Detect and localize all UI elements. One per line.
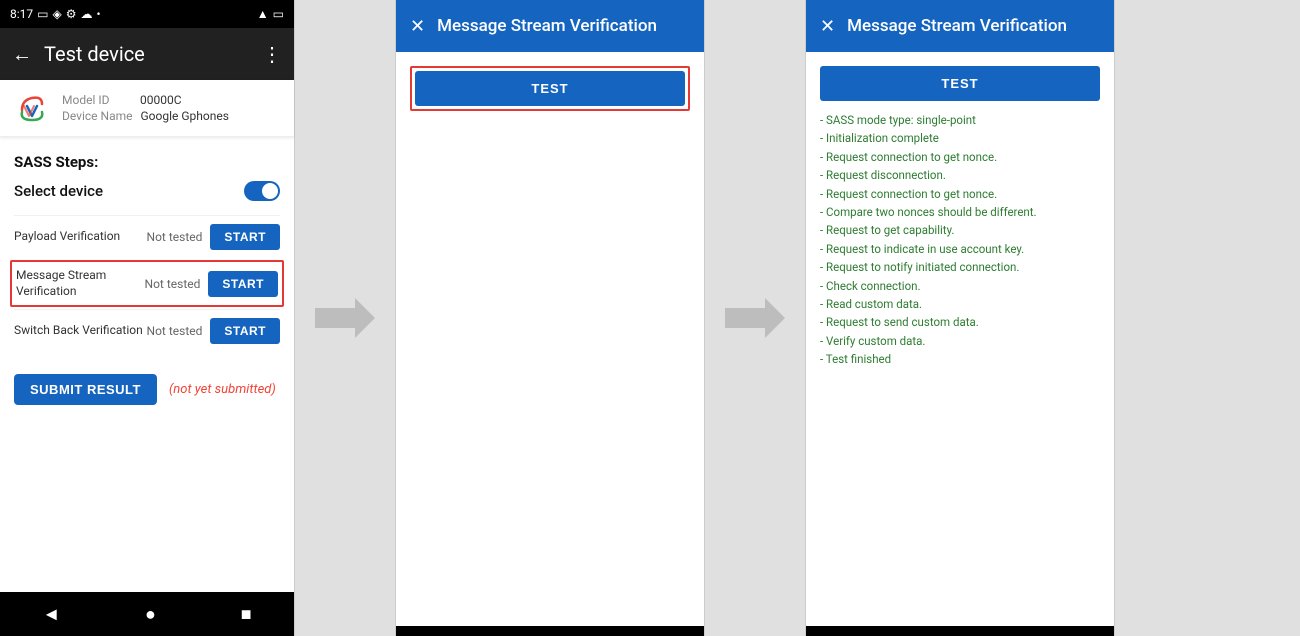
wifi-icon: ▲ bbox=[257, 7, 269, 21]
dialog-title-1: Message Stream Verification bbox=[437, 16, 690, 36]
dialog-footer-2 bbox=[806, 626, 1114, 636]
step-row-payload: Payload Verification Not tested START bbox=[14, 215, 280, 258]
recents-nav-button[interactable]: ■ bbox=[233, 596, 260, 633]
extra-icon: ☁ bbox=[80, 7, 92, 21]
phone-screen: 8:17 ▭ ◈ ⚙ ☁ • ▲ ▭ ← Test device ⋮ bbox=[0, 0, 295, 636]
start-button-payload[interactable]: START bbox=[210, 224, 280, 250]
sass-title: SASS Steps: bbox=[14, 153, 280, 171]
arrow-2-icon bbox=[725, 298, 785, 338]
status-bar-left: 8:17 ▭ ◈ ⚙ ☁ • bbox=[10, 7, 101, 21]
log-line: - Test finished bbox=[820, 350, 1100, 368]
dot-icon: • bbox=[96, 7, 100, 21]
step-row-switch-back: Switch Back Verification Not tested STAR… bbox=[14, 309, 280, 352]
device-name-field: Device Name Google Gphones bbox=[62, 109, 229, 123]
home-nav-button[interactable]: ● bbox=[137, 596, 164, 633]
step-label-switch-back: Switch Back Verification bbox=[14, 323, 147, 339]
submit-row: SUBMIT RESULT (not yet submitted) bbox=[0, 360, 294, 419]
toggle-thumb bbox=[262, 183, 278, 199]
sass-section: SASS Steps: Select device Payload Verifi… bbox=[0, 141, 294, 360]
dialog-header-1: ✕ Message Stream Verification bbox=[396, 0, 704, 52]
dialog-body-2: TEST - SASS mode type: single-point- Ini… bbox=[806, 52, 1114, 626]
device-logo bbox=[14, 90, 50, 126]
submit-result-button[interactable]: SUBMIT RESULT bbox=[14, 374, 157, 405]
test-btn-wrapper: TEST bbox=[410, 66, 690, 111]
dialog-screen-1: ✕ Message Stream Verification TEST bbox=[395, 0, 705, 636]
test-button-2[interactable]: TEST bbox=[820, 66, 1100, 101]
dialog-header-2: ✕ Message Stream Verification bbox=[806, 0, 1114, 52]
arrow-1-container bbox=[295, 0, 395, 636]
back-nav-button[interactable]: ◄ bbox=[34, 596, 68, 633]
step-status-switch-back: Not tested bbox=[147, 324, 203, 338]
status-bar-right: ▲ ▭ bbox=[257, 7, 284, 21]
step-status-message-stream: Not tested bbox=[145, 277, 201, 291]
menu-button[interactable]: ⋮ bbox=[262, 42, 282, 66]
log-lines: - SASS mode type: single-point- Initiali… bbox=[820, 111, 1100, 368]
log-line: - Read custom data. bbox=[820, 295, 1100, 313]
app-bar: ← Test device ⋮ bbox=[0, 28, 294, 80]
log-line: - Request to send custom data. bbox=[820, 313, 1100, 331]
log-line: - Initialization complete bbox=[820, 129, 1100, 147]
status-bar: 8:17 ▭ ◈ ⚙ ☁ • ▲ ▭ bbox=[0, 0, 294, 28]
dialog-footer-1 bbox=[396, 626, 704, 636]
arrow-2-container bbox=[705, 0, 805, 636]
device-info-card: Model ID 00000C Device Name Google Gphon… bbox=[0, 80, 294, 137]
log-line: - Request to get capability. bbox=[820, 221, 1100, 239]
log-line: - Request connection to get nonce. bbox=[820, 185, 1100, 203]
start-button-switch-back[interactable]: START bbox=[210, 318, 280, 344]
device-fields: Model ID 00000C Device Name Google Gphon… bbox=[62, 93, 229, 123]
select-device-toggle[interactable] bbox=[244, 181, 280, 201]
device-name-value: Google Gphones bbox=[141, 109, 229, 123]
start-button-message-stream[interactable]: START bbox=[208, 271, 278, 297]
dialog-title-2: Message Stream Verification bbox=[847, 16, 1100, 36]
battery-icon: ▭ bbox=[273, 7, 284, 21]
sim-icon: ▭ bbox=[37, 7, 48, 21]
close-icon-1[interactable]: ✕ bbox=[410, 16, 425, 37]
dialog-body-1: TEST bbox=[396, 52, 704, 626]
close-icon-2[interactable]: ✕ bbox=[820, 16, 835, 37]
settings-icon: ⚙ bbox=[66, 7, 77, 21]
log-line: - Request disconnection. bbox=[820, 166, 1100, 184]
model-id-value: 00000C bbox=[140, 93, 182, 107]
log-line: - Check connection. bbox=[820, 277, 1100, 295]
log-line: - Request to indicate in use account key… bbox=[820, 240, 1100, 258]
select-device-label: Select device bbox=[14, 182, 103, 200]
back-button[interactable]: ← bbox=[12, 42, 32, 67]
location-icon: ◈ bbox=[52, 7, 61, 21]
log-line: - Request to notify initiated connection… bbox=[820, 258, 1100, 276]
dialog-screen-2: ✕ Message Stream Verification TEST - SAS… bbox=[805, 0, 1115, 636]
time-display: 8:17 bbox=[10, 7, 33, 21]
log-line: - SASS mode type: single-point bbox=[820, 111, 1100, 129]
not-submitted-label: (not yet submitted) bbox=[169, 382, 276, 397]
model-id-label: Model ID bbox=[62, 93, 132, 107]
step-row-message-stream: Message Stream Verification Not tested S… bbox=[10, 260, 284, 307]
log-line: - Compare two nonces should be different… bbox=[820, 203, 1100, 221]
test-button-1[interactable]: TEST bbox=[415, 71, 685, 106]
app-bar-title: Test device bbox=[44, 42, 250, 66]
log-line: - Request connection to get nonce. bbox=[820, 148, 1100, 166]
select-device-row: Select device bbox=[14, 181, 280, 201]
step-status-payload: Not tested bbox=[147, 230, 203, 244]
device-name-label: Device Name bbox=[62, 109, 133, 123]
step-label-payload: Payload Verification bbox=[14, 229, 147, 245]
model-id-field: Model ID 00000C bbox=[62, 93, 229, 107]
bottom-nav: ◄ ● ■ bbox=[0, 592, 294, 636]
log-line: - Verify custom data. bbox=[820, 332, 1100, 350]
arrow-1-icon bbox=[315, 298, 375, 338]
step-label-message-stream: Message Stream Verification bbox=[16, 268, 145, 299]
